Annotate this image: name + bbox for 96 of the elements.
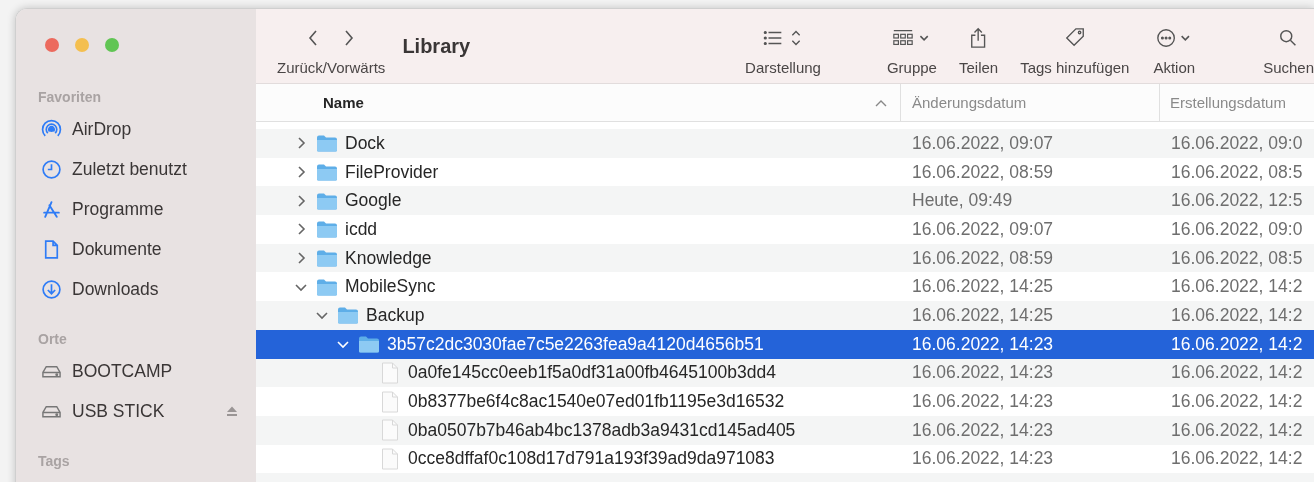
file-row[interactable]: 3b57c2dc3030fae7c5e2263fea9a4120d4656b51 16.06.2022, 14:23 16.06.2022, 14:2: [256, 329, 1314, 359]
disclosure-chevron-icon[interactable]: [296, 165, 306, 180]
file-row[interactable]: 0a0fe145cc0eeb1f5a0df31a00fb4645100b3dd4 16.06.2022, 14:23 16.06.2022, 14:2: [256, 358, 1314, 388]
modified-date: 16.06.2022, 14:25: [912, 276, 1054, 298]
modified-date: 16.06.2022, 09:07: [912, 218, 1054, 240]
created-date: 16.06.2022, 14:2: [1171, 362, 1303, 384]
sidebar-item[interactable]: Zuletzt benutzt: [41, 149, 238, 189]
file-row[interactable]: Dock 16.06.2022, 09:07 16.06.2022, 09:0: [256, 129, 1314, 158]
sidebar-item[interactable]: Downloads: [41, 269, 238, 309]
file-icon: [381, 361, 399, 384]
download-icon: [41, 278, 62, 300]
modified-date: 16.06.2022, 14:23: [912, 362, 1054, 384]
modified-date: 16.06.2022, 14:23: [912, 419, 1054, 441]
modified-date: 16.06.2022, 09:07: [912, 132, 1054, 154]
share-icon: [969, 27, 988, 49]
created-date: 16.06.2022, 14:2: [1171, 448, 1303, 470]
modified-date: 16.06.2022, 14:23: [912, 333, 1054, 355]
file-name: icdd: [345, 218, 378, 240]
sidebar-item[interactable]: Dokumente: [41, 229, 238, 269]
toolbar-button[interactable]: Suchen: [1263, 9, 1314, 83]
file-row[interactable]: Knowledge 16.06.2022, 08:59 16.06.2022, 08:5: [256, 243, 1314, 273]
column-header[interactable]: Name: [256, 84, 901, 121]
sidebar-item[interactable]: AirDrop: [41, 109, 238, 149]
file-name: 0b8377be6f4c8ac1540e07ed01fb1195e3d16532: [408, 391, 785, 413]
toolbar-button[interactable]: Tags hinzufügen: [1020, 9, 1130, 83]
file-name: 0ba0507b7b46ab4bc1378adb3a9431cd145ad405: [408, 419, 796, 441]
file-name: Backup: [366, 304, 425, 326]
disclosure-chevron-icon[interactable]: [296, 222, 306, 237]
file-name: Google: [345, 190, 402, 212]
modified-date: 16.06.2022, 08:59: [912, 247, 1054, 269]
toolbar-button[interactable]: Teilen: [958, 9, 999, 83]
created-date: 16.06.2022, 14:2: [1171, 391, 1303, 413]
file-name: 0a0fe145cc0eeb1f5a0df31a00fb4645100b3dd4: [408, 362, 776, 384]
tag-icon: [1063, 27, 1086, 49]
created-date: 16.06.2022, 14:2: [1171, 304, 1303, 326]
file-name: MobileSync: [345, 276, 436, 298]
modified-date: 16.06.2022, 14:25: [912, 304, 1054, 326]
file-icon: [381, 390, 399, 413]
created-date: 16.06.2022, 09:0: [1171, 132, 1303, 154]
created-date: 16.06.2022, 12:5: [1171, 190, 1303, 212]
toolbar-button[interactable]: Darstellung: [745, 9, 821, 83]
created-date: 16.06.2022, 14:2: [1171, 276, 1303, 298]
disclosure-chevron-icon[interactable]: [336, 339, 350, 350]
created-date: 16.06.2022, 14:2: [1171, 333, 1303, 355]
folder-icon: [316, 134, 338, 153]
disclosure-chevron-icon[interactable]: [296, 193, 306, 208]
sidebar-item[interactable]: USB STICK: [41, 391, 238, 431]
folder-icon: [337, 306, 359, 325]
file-icon: [381, 447, 399, 470]
window-title: Library: [402, 35, 471, 59]
modified-date: 16.06.2022, 08:59: [912, 161, 1054, 183]
modified-date: 16.06.2022, 14:23: [912, 448, 1054, 470]
created-date: 16.06.2022, 08:5: [1171, 161, 1303, 183]
folder-icon: [358, 335, 380, 354]
file-name: Knowledge: [345, 247, 432, 269]
clock-icon: [41, 158, 62, 180]
modified-date: Heute, 09:49: [912, 190, 1013, 212]
created-date: 16.06.2022, 09:0: [1171, 218, 1303, 240]
file-row[interactable]: Google Heute, 09:49 16.06.2022, 12:5: [256, 186, 1314, 216]
sidebar-item[interactable]: BOOTCAMP: [41, 351, 238, 391]
sidebar-item-label: Downloads: [72, 278, 159, 300]
sidebar-item-label: Dokumente: [72, 238, 162, 260]
folder-icon: [316, 249, 338, 268]
folder-icon: [316, 220, 338, 239]
sidebar-item-label: USB STICK: [72, 400, 165, 422]
sidebar-section-title: Favoriten: [38, 88, 102, 107]
sidebar-section-title: Tags: [38, 452, 71, 471]
sidebar-item-label: BOOTCAMP: [72, 360, 173, 382]
toolbar-button[interactable]: Gruppe: [886, 9, 937, 83]
app-store-icon: [41, 198, 62, 220]
sidebar-item-label: Zuletzt benutzt: [72, 158, 187, 180]
file-icon: [381, 419, 399, 442]
file-name: FileProvider: [345, 161, 439, 183]
folder-icon: [316, 163, 338, 182]
sidebar-section-title: Orte: [38, 330, 68, 349]
toolbar-button[interactable]: Aktion: [1153, 9, 1196, 83]
disclosure-chevron-icon[interactable]: [315, 310, 329, 321]
folder-icon: [316, 277, 338, 296]
back-icon[interactable]: [307, 28, 320, 48]
file-name: Dock: [345, 132, 385, 154]
folder-icon: [316, 191, 338, 210]
sidebar-item-label: Programme: [72, 198, 164, 220]
created-date: 16.06.2022, 14:2: [1171, 419, 1303, 441]
file-row[interactable]: Backup 16.06.2022, 14:25 16.06.2022, 14:2: [256, 301, 1314, 330]
file-name: 0cce8dffaf0c108d17d791a193f39ad9da971083: [408, 448, 775, 470]
sidebar-item-label: AirDrop: [72, 118, 132, 140]
file-row[interactable]: 0ba0507b7b46ab4bc1378adb3a9431cd145ad405 16.06.2022, 14:23 16.06.2022, 14:2: [256, 415, 1314, 445]
toolbar-label: Zurück/Vorwärts: [277, 59, 386, 76]
created-date: 16.06.2022, 08:5: [1171, 247, 1303, 269]
disclosure-chevron-icon[interactable]: [296, 136, 306, 151]
forward-icon[interactable]: [343, 28, 356, 48]
disclosure-chevron-icon[interactable]: [294, 281, 308, 292]
disclosure-chevron-icon[interactable]: [296, 251, 306, 266]
modified-date: 16.06.2022, 14:23: [912, 391, 1054, 413]
file-name: 3b57c2dc3030fae7c5e2263fea9a4120d4656b51: [387, 333, 764, 355]
sidebar-item[interactable]: Programme: [41, 189, 238, 229]
